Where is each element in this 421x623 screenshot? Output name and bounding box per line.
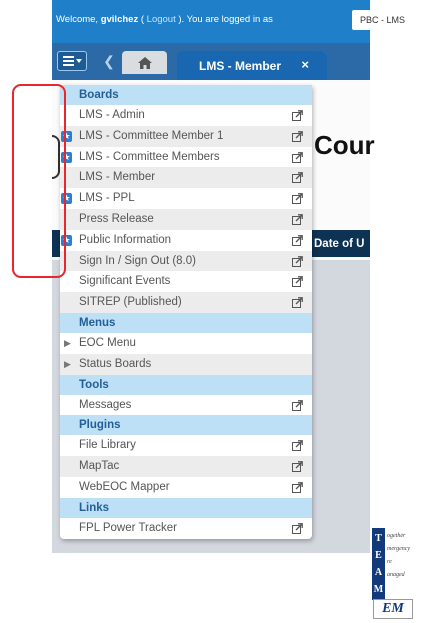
submenu-item[interactable]: ▶ EOC Menu <box>60 333 312 354</box>
external-link-icon[interactable] <box>292 234 303 246</box>
board-menu-item[interactable]: LMS - Admin <box>60 105 312 126</box>
menu-item-label: EOC Menu <box>79 336 136 349</box>
external-link-icon[interactable] <box>292 276 303 288</box>
board-menu-item[interactable]: ★ LMS - Committee Member 1 <box>60 125 312 147</box>
external-link-icon[interactable] <box>292 110 303 121</box>
plugins-list: File Library MapTac WebEOC Mapper <box>60 435 312 497</box>
external-link-icon[interactable] <box>292 151 303 163</box>
external-link-icon[interactable] <box>292 399 303 411</box>
menu-item-label: Public Information <box>79 233 172 246</box>
section-tools: Tools <box>60 374 312 395</box>
board-menu-item[interactable]: Sign In / Sign Out (8.0) <box>60 250 312 272</box>
plugin-menu-item[interactable]: MapTac <box>60 456 312 477</box>
county-seal-icon <box>52 135 60 179</box>
logo-em-badge: EM <box>373 599 413 619</box>
close-icon[interactable]: × <box>301 57 309 72</box>
menu-item-label: Sign In / Sign Out (8.0) <box>79 254 196 267</box>
menu-item-label: Significant Events <box>79 275 171 288</box>
menu-item-label: File Library <box>79 439 136 452</box>
logo-letter: E <box>375 549 382 561</box>
menu-item-label: FPL Power Tracker <box>79 521 177 534</box>
menu-item-label: Press Release <box>79 212 154 225</box>
home-icon <box>137 56 152 69</box>
menus-list: ▶ EOC Menu ▶ Status Boards <box>60 333 312 375</box>
navigation-dropdown: Boards LMS - Admin ★ LMS - Committee Membe… <box>60 85 312 539</box>
welcome-message: Welcome, gvilchez ( Logout ). You are lo… <box>56 14 273 25</box>
tab-bar: ❮ LMS - Member × <box>52 43 370 80</box>
links-list: FPL Power Tracker <box>60 518 312 539</box>
menu-item-label: Status Boards <box>79 357 152 370</box>
team-em-logo: T E A M ogether mergency re anaged EM <box>370 528 415 619</box>
external-link-icon[interactable] <box>292 482 303 493</box>
logo-letter: T <box>375 532 382 544</box>
section-menus: Menus <box>60 312 312 333</box>
position-select[interactable]: PBC - LMS <box>352 10 421 30</box>
link-menu-item[interactable]: FPL Power Tracker <box>60 518 312 539</box>
chevron-left-icon[interactable]: ❮ <box>99 51 119 71</box>
external-link-icon[interactable] <box>292 214 303 225</box>
external-link-icon[interactable] <box>292 130 303 142</box>
menu-item-label: WebEOC Mapper <box>79 480 170 493</box>
logged-in-text: ). You are logged in as <box>175 14 273 25</box>
external-link-icon[interactable] <box>292 297 303 309</box>
logo-word: mergency <box>387 546 411 552</box>
welcome-prefix: Welcome, <box>56 14 101 25</box>
username: gvilchez <box>100 14 139 25</box>
logo-word: re <box>387 559 392 565</box>
menu-item-label: LMS - Committee Members <box>79 150 220 163</box>
tab-label: LMS - Member <box>199 58 282 73</box>
logo-words: ogether mergency re anaged <box>387 530 410 582</box>
hamburger-icon <box>62 56 74 66</box>
board-menu-item[interactable]: LMS - Member <box>60 167 312 189</box>
logo-letter: M <box>373 583 384 595</box>
caret-right-icon: ▶ <box>64 337 71 348</box>
section-boards: Boards <box>60 85 312 105</box>
menu-item-label: SITREP (Published) <box>79 296 182 309</box>
star-icon[interactable]: ★ <box>61 234 72 246</box>
tools-list: Messages <box>60 395 312 416</box>
external-link-icon[interactable] <box>292 193 303 205</box>
star-icon[interactable]: ★ <box>61 151 72 163</box>
section-plugins: Plugins <box>60 415 312 436</box>
logo-word: ogether <box>387 533 406 539</box>
menu-item-label: LMS - Committee Member 1 <box>79 129 224 142</box>
logout-open: ( <box>138 14 147 25</box>
menu-item-label: MapTac <box>79 460 120 473</box>
tool-menu-item[interactable]: Messages <box>60 395 312 416</box>
logo-letter-column: T E A M <box>372 528 385 600</box>
board-menu-item[interactable]: ★ Public Information <box>60 230 312 251</box>
section-links: Links <box>60 497 312 518</box>
home-tab[interactable] <box>122 51 167 74</box>
board-menu-item[interactable]: Significant Events <box>60 271 312 292</box>
menu-item-label: LMS - Member <box>79 171 156 184</box>
board-menu-item[interactable]: SITREP (Published) <box>60 292 312 313</box>
external-link-icon[interactable] <box>292 522 303 534</box>
board-menu-item[interactable]: Press Release <box>60 208 312 230</box>
external-link-icon[interactable] <box>292 255 303 267</box>
table-header-date: Date of U <box>314 238 365 250</box>
external-link-icon[interactable] <box>292 172 303 184</box>
star-icon[interactable]: ★ <box>61 193 72 205</box>
menu-item-label: LMS - PPL <box>79 192 135 205</box>
logout-link[interactable]: Logout <box>147 14 176 25</box>
menu-button[interactable] <box>57 51 87 71</box>
logo-word: anaged <box>387 572 405 578</box>
board-title-fragment: Cour <box>314 130 375 160</box>
board-menu-item[interactable]: ★ LMS - PPL <box>60 188 312 209</box>
external-link-icon[interactable] <box>292 461 303 473</box>
external-link-icon[interactable] <box>292 440 303 452</box>
logo-letter: A <box>374 566 383 578</box>
plugin-menu-item[interactable]: File Library <box>60 435 312 456</box>
submenu-item[interactable]: ▶ Status Boards <box>60 353 312 375</box>
boards-list: LMS - Admin ★ LMS - Committee Member 1 ★ LMS… <box>60 105 312 313</box>
top-bar: Welcome, gvilchez ( Logout ). You are lo… <box>52 0 421 43</box>
plugin-menu-item[interactable]: WebEOC Mapper <box>60 477 312 498</box>
caret-down-icon <box>75 59 82 63</box>
menu-item-label: LMS - Admin <box>79 109 145 121</box>
tab-lms-member[interactable]: LMS - Member × <box>177 51 317 80</box>
menu-item-label: Messages <box>79 398 132 411</box>
board-menu-item[interactable]: ★ LMS - Committee Members <box>60 147 312 168</box>
star-icon[interactable]: ★ <box>61 130 72 142</box>
caret-right-icon: ▶ <box>64 358 71 369</box>
